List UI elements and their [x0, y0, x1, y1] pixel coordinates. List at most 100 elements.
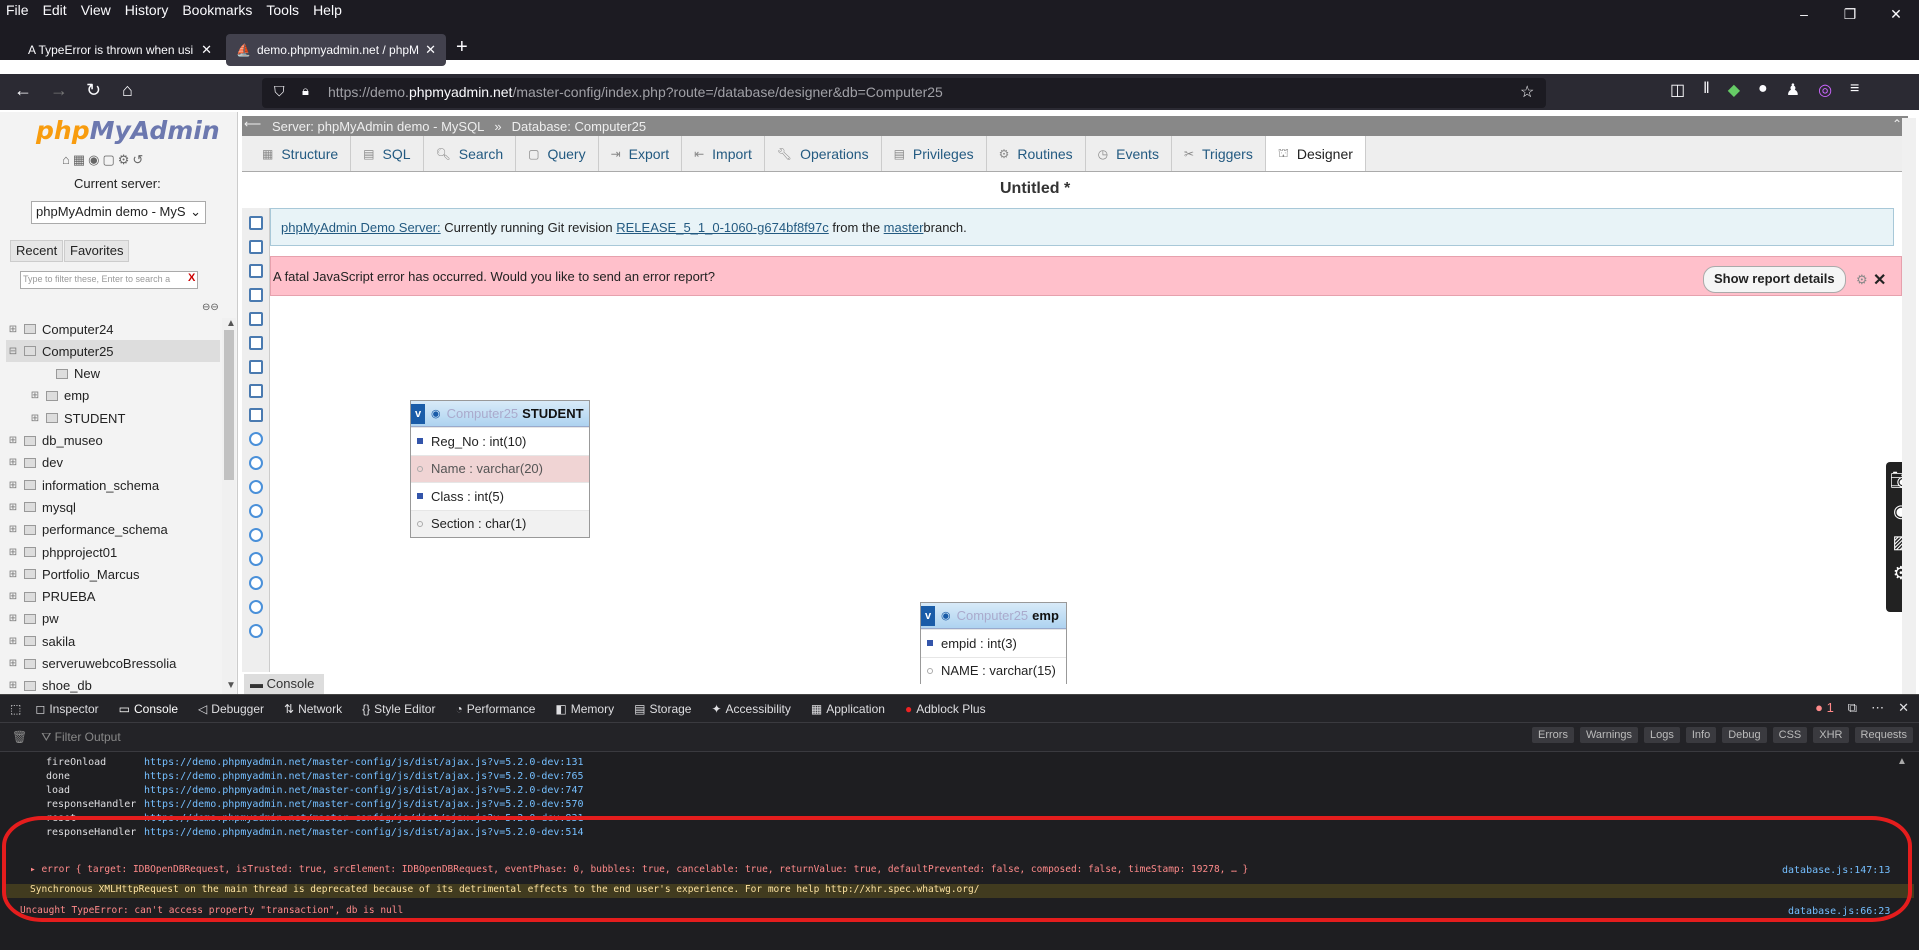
- url-text[interactable]: https://demo.phpmyadmin.net/master-confi…: [328, 84, 943, 100]
- reload-icon[interactable]: ↻: [86, 80, 101, 101]
- expand-icon[interactable]: ⊞: [28, 413, 42, 424]
- library-icon[interactable]: ‖: [1703, 80, 1710, 100]
- expand-icon[interactable]: ⊞: [6, 435, 20, 446]
- stack-frame[interactable]: fireOnload https://demo.phpmyadmin.net/ma…: [46, 757, 584, 768]
- settings-icon[interactable]: ⚙: [1856, 272, 1868, 288]
- stack-source-link[interactable]: https://demo.phpmyadmin.net/master-confi…: [144, 757, 584, 768]
- designer-tool-icon[interactable]: [249, 288, 263, 302]
- close-tab-icon[interactable]: ✕: [201, 42, 212, 58]
- stack-source-link[interactable]: https://demo.phpmyadmin.net/master-confi…: [144, 785, 584, 796]
- filter-xhr-button[interactable]: XHR: [1813, 727, 1849, 743]
- designer-table-student[interactable]: v ◉ Computer25 STUDENT Reg_No : int(10) …: [410, 400, 590, 538]
- stack-frame[interactable]: load https://demo.phpmyadmin.net/master-c…: [46, 785, 584, 796]
- menu-history[interactable]: History: [125, 2, 169, 18]
- server-select[interactable]: phpMyAdmin demo - MyS ⌄: [31, 201, 206, 224]
- filter-css-button[interactable]: CSS: [1772, 727, 1808, 743]
- column-row[interactable]: NAME : varchar(15): [921, 656, 1066, 685]
- expand-icon[interactable]: ⊞: [6, 680, 20, 691]
- expand-icon[interactable]: ⊞: [6, 591, 20, 602]
- devtools-tab-network[interactable]: ⇅ Network: [284, 702, 342, 716]
- designer-tool-icon[interactable]: [249, 600, 263, 614]
- menu-icon[interactable]: ≡: [1850, 80, 1859, 100]
- stack-frame[interactable]: done https://demo.phpmyadmin.net/master-c…: [46, 771, 584, 782]
- stack-source-link[interactable]: https://demo.phpmyadmin.net/master-confi…: [144, 799, 584, 810]
- browser-tab-phpmyadmin[interactable]: ⛵ demo.phpmyadmin.net / phpM ✕: [226, 34, 446, 66]
- dock-icon[interactable]: ⧉: [1848, 700, 1857, 716]
- toggle-columns-button[interactable]: v: [411, 403, 425, 424]
- close-devtools-icon[interactable]: ✕: [1898, 700, 1909, 716]
- menu-help[interactable]: Help: [313, 2, 342, 18]
- designer-tool-icon[interactable]: [249, 240, 263, 254]
- filter-warnings-button[interactable]: Warnings: [1579, 727, 1639, 743]
- branch-link[interactable]: master: [884, 220, 924, 235]
- recent-tab[interactable]: Recent: [10, 240, 64, 262]
- expand-icon[interactable]: ⊞: [6, 524, 20, 535]
- designer-tool-icon[interactable]: [249, 360, 263, 374]
- stack-frame[interactable]: responseHandler https://demo.phpmyadmin.n…: [46, 799, 584, 810]
- new-tab-icon[interactable]: +: [456, 36, 468, 59]
- nav-home-icons[interactable]: ⌂▦◉▢⚙↺: [62, 152, 146, 168]
- tree-item[interactable]: ⊞ db_museo: [6, 430, 220, 452]
- tab-designer[interactable]: ⛫ Designer: [1265, 136, 1366, 171]
- tree-item[interactable]: ⊞ STUDENT: [28, 407, 220, 429]
- table-header[interactable]: v ◉ Computer25 emp: [921, 603, 1066, 629]
- main-scrollbar[interactable]: [1902, 118, 1916, 694]
- shield-icon[interactable]: ⛉: [274, 83, 285, 100]
- scroll-down-icon[interactable]: ▼: [226, 680, 236, 691]
- home-icon[interactable]: ⌂: [122, 80, 133, 101]
- navigation-filter-input[interactable]: Type to filter these, Enter to search a: [20, 271, 198, 289]
- scroll-up-icon[interactable]: ▲: [1897, 756, 1907, 767]
- designer-tool-icon[interactable]: [249, 432, 263, 446]
- tree-item[interactable]: ⊞ pw: [6, 608, 220, 630]
- git-revision-link[interactable]: RELEASE_5_1_0-1060-g674bf8f97c: [616, 220, 829, 235]
- tree-item[interactable]: ⊞ sakila: [6, 630, 220, 652]
- tab-triggers[interactable]: ✂ Triggers: [1172, 136, 1266, 171]
- designer-tool-icon[interactable]: [249, 480, 263, 494]
- devtools-tab-memory[interactable]: ◧ Memory: [555, 702, 614, 716]
- expand-icon[interactable]: ⊞: [6, 547, 20, 558]
- devtools-tab-debugger[interactable]: ◁ Debugger: [198, 702, 264, 716]
- devtools-tab-adblock-plus[interactable]: ● Adblock Plus: [905, 702, 986, 716]
- designer-tool-icon[interactable]: [249, 408, 263, 422]
- tab-operations[interactable]: 🔧︎ Operations: [765, 136, 882, 171]
- expand-icon[interactable]: ⊞: [28, 390, 42, 401]
- tab-structure[interactable]: ▦ Structure: [250, 136, 352, 171]
- link-with-main-panel-icon[interactable]: ⊖⊖: [202, 302, 219, 313]
- toggle-columns-button[interactable]: v: [921, 605, 935, 626]
- expand-icon[interactable]: ⊞: [6, 636, 20, 647]
- close-error-icon[interactable]: ✕: [1873, 270, 1886, 290]
- favorites-tab[interactable]: Favorites: [64, 240, 130, 262]
- tree-item[interactable]: ⊞ performance_schema: [6, 519, 220, 541]
- designer-tool-icon[interactable]: [249, 576, 263, 590]
- collapse-nav-icon[interactable]: ⟵: [244, 117, 261, 131]
- table-select-icon[interactable]: ◉: [941, 609, 951, 622]
- extension-icon[interactable]: ●: [1758, 80, 1768, 100]
- bookmark-star-icon[interactable]: ☆: [1520, 82, 1534, 102]
- tree-item[interactable]: ⊞ Portfolio_Marcus: [6, 563, 220, 585]
- designer-tool-icon[interactable]: [249, 456, 263, 470]
- menu-edit[interactable]: Edit: [43, 2, 67, 18]
- column-row[interactable]: Reg_No : int(10): [411, 427, 589, 455]
- devtools-tab-accessibility[interactable]: ✦ Accessibility: [711, 702, 790, 716]
- trash-icon[interactable]: 🗑︎: [12, 730, 27, 744]
- tree-item[interactable]: ⊞ Computer24: [6, 318, 220, 340]
- filter-requests-button[interactable]: Requests: [1854, 727, 1913, 743]
- extension-icon[interactable]: ♟: [1786, 80, 1800, 100]
- devtools-tab-performance[interactable]: ◔ Performance: [455, 702, 535, 716]
- column-row[interactable]: empid : int(3): [921, 629, 1066, 657]
- designer-tool-icon[interactable]: [249, 528, 263, 542]
- tree-item[interactable]: ⊞ emp: [28, 385, 220, 407]
- lock-icon[interactable]: 🔒︎: [302, 83, 309, 99]
- devtools-tab-storage[interactable]: ▤ Storage: [634, 702, 691, 716]
- demo-server-link[interactable]: phpMyAdmin Demo Server:: [281, 220, 441, 235]
- designer-tool-icon[interactable]: [249, 336, 263, 350]
- tree-item[interactable]: ⊞ mysql: [6, 496, 220, 518]
- tab-import[interactable]: ⇤ Import: [682, 136, 765, 171]
- designer-tool-icon[interactable]: [249, 312, 263, 326]
- browser-tab-typeerror[interactable]: A TypeError is thrown when usin ✕: [4, 34, 222, 66]
- designer-tool-icon[interactable]: [249, 384, 263, 398]
- extension-icon[interactable]: ◎: [1818, 80, 1832, 100]
- tab-export[interactable]: ⇥ Export: [599, 136, 683, 171]
- error-count-badge[interactable]: ● 1: [1815, 700, 1834, 716]
- designer-tool-icon[interactable]: [249, 504, 263, 518]
